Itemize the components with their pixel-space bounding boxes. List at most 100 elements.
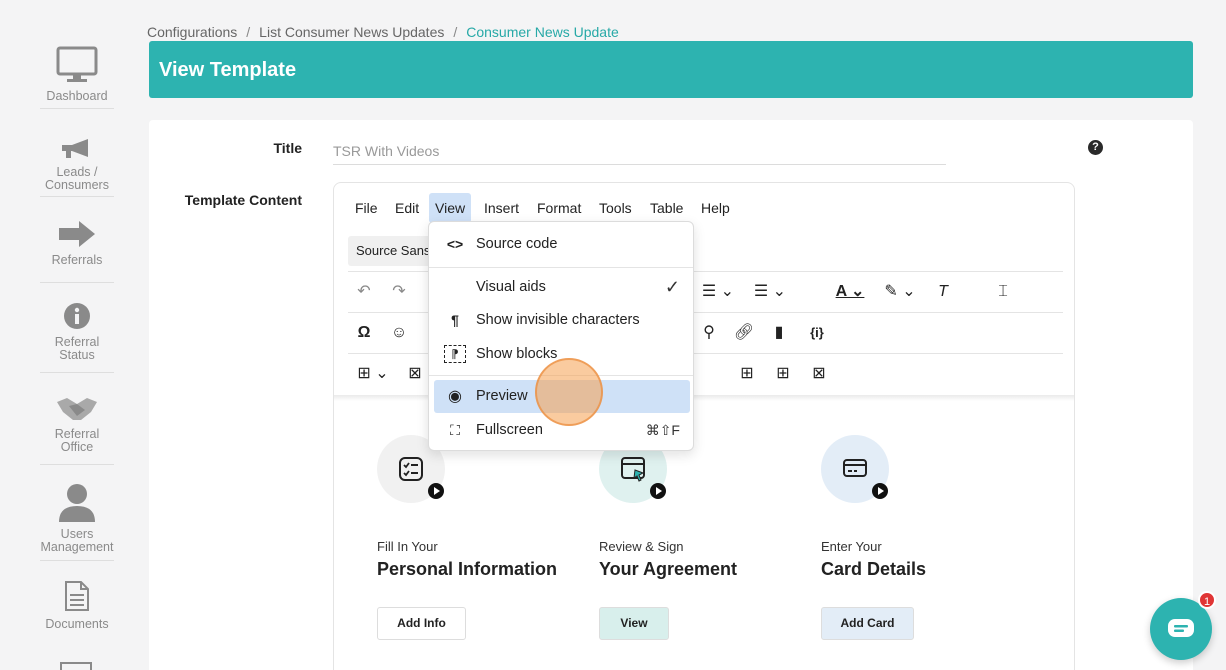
play-icon[interactable] — [872, 483, 888, 499]
menu-insert[interactable]: Insert — [478, 193, 525, 223]
step-subtitle: Fill In Your — [377, 539, 438, 554]
insert-column-icon[interactable]: ⊞ — [736, 362, 758, 386]
menu-item-label: Source code — [476, 236, 558, 252]
user-icon — [59, 484, 95, 522]
monitor-icon — [56, 46, 98, 82]
arrow-right-icon — [59, 221, 95, 247]
bullet-list-icon[interactable]: ☰ ⌄ — [750, 280, 790, 304]
breadcrumb-item-list-consumer-news-updates[interactable]: List Consumer News Updates — [259, 24, 444, 40]
template-content-label: Template Content — [184, 192, 302, 208]
checkmark-icon: ✓ — [664, 277, 680, 297]
divider — [40, 464, 114, 465]
numbered-list-icon[interactable]: ☰ ⌄ — [698, 280, 738, 304]
info-icon — [64, 303, 90, 329]
menu-tools[interactable]: Tools — [593, 193, 638, 223]
breadcrumb: Configurations / List Consumer News Update… — [147, 24, 619, 40]
clear-formatting-icon[interactable]: T — [932, 280, 954, 304]
chat-icon — [1168, 619, 1194, 637]
document-icon — [65, 581, 89, 611]
menu-item-label: Show invisible characters — [476, 312, 640, 328]
sidebar-item-label: Referral Office — [54, 427, 100, 454]
delete-table-icon[interactable]: ⊠ — [404, 362, 426, 386]
menu-format[interactable]: Format — [531, 193, 587, 223]
emoji-icon[interactable]: ☺ — [388, 321, 410, 345]
sidebar-item-referral-status[interactable]: Referral Status — [40, 302, 114, 373]
step-subtitle: Enter Your — [821, 539, 882, 554]
pilcrow-icon: ¶ — [451, 312, 459, 328]
special-character-icon[interactable]: Ω — [353, 321, 375, 345]
fullscreen-icon: ⛶ — [450, 422, 460, 438]
sidebar-item-dashboard[interactable]: Dashboard — [40, 46, 114, 109]
credit-card-icon — [843, 459, 867, 477]
menu-table[interactable]: Table — [644, 193, 689, 223]
megaphone-icon — [62, 139, 88, 158]
sidebar-item-referrals[interactable]: Referrals — [40, 220, 114, 283]
breadcrumb-item-configurations[interactable]: Configurations — [147, 24, 237, 40]
browser-window-icon — [621, 457, 645, 482]
delete-cell-icon[interactable]: ⊠ — [808, 362, 830, 386]
menu-file[interactable]: File — [349, 193, 384, 223]
breadcrumb-separator: / — [246, 24, 251, 40]
insert-row-icon[interactable]: ⊞ — [772, 362, 794, 386]
sidebar-item-label: Referral Status — [54, 335, 100, 362]
menu-view[interactable]: View — [429, 193, 472, 223]
play-icon[interactable] — [428, 483, 444, 499]
sidebar-item-label: Users Management — [40, 527, 114, 554]
menu-item-show-invisible-characters[interactable]: ¶ Show invisible characters — [434, 304, 690, 337]
sidebar-item-leads[interactable]: Leads / Consumers — [40, 138, 114, 197]
monitor-icon — [60, 662, 92, 670]
undo-icon[interactable]: ↶ — [353, 280, 375, 304]
checklist-icon — [399, 457, 423, 481]
divider — [40, 282, 114, 283]
menu-item-label: Fullscreen — [476, 422, 543, 438]
stamp-icon[interactable]: ⚲ — [698, 321, 720, 345]
handshake-icon — [57, 398, 97, 420]
menu-item-label: Preview — [476, 388, 528, 404]
table-icon[interactable]: ⊞ ⌄ — [353, 362, 393, 386]
redo-icon[interactable]: ↷ — [388, 280, 410, 304]
title-input[interactable] — [333, 137, 946, 165]
sidebar-item-documents[interactable]: Documents — [40, 580, 114, 631]
show-blocks-icon: ⁋ — [444, 345, 466, 363]
menu-item-label: Visual aids — [476, 279, 546, 295]
menu-item-visual-aids[interactable]: Visual aids ✓ — [434, 271, 690, 304]
help-icon[interactable]: ? — [1088, 140, 1103, 155]
step-title: Card Details — [821, 559, 927, 579]
sidebar-item-users-management[interactable]: Users Management — [40, 482, 114, 561]
menu-edit[interactable]: Edit — [389, 193, 425, 223]
sidebar-item-label: Referrals — [51, 253, 103, 267]
eye-icon: ◉ — [448, 388, 462, 405]
divider — [40, 108, 114, 109]
sidebar-item-label: Documents — [45, 617, 109, 631]
view-button[interactable]: View — [599, 607, 669, 640]
sidebar-item-referral-office[interactable]: Referral Office — [40, 396, 114, 465]
text-color-icon[interactable]: A ⌄ — [828, 280, 872, 304]
menu-help[interactable]: Help — [695, 193, 736, 223]
highlight-color-icon[interactable]: ✎ ⌄ — [878, 280, 922, 304]
bookmark-icon[interactable]: ▮ — [768, 321, 790, 345]
page-title: View Template — [159, 59, 297, 81]
step-title: Personal Information — [377, 559, 558, 579]
cursor-indicator — [535, 358, 603, 426]
sidebar-item-label: Dashboard — [46, 89, 108, 103]
play-icon[interactable] — [650, 483, 666, 499]
code-icon: <> — [446, 236, 464, 252]
shortcut-label: ⌘⇧F — [645, 422, 680, 438]
add-info-button[interactable]: Add Info — [377, 607, 466, 640]
sidebar: Dashboard Leads / Consumers Referrals Re… — [0, 0, 150, 670]
divider — [40, 560, 114, 561]
title-label: Title — [273, 140, 302, 156]
page-break-icon[interactable]: ⌶ — [992, 280, 1014, 304]
divider — [429, 267, 693, 268]
sidebar-item-label: Leads / Consumers — [45, 165, 109, 192]
divider — [40, 196, 114, 197]
add-card-button[interactable]: Add Card — [821, 607, 914, 640]
notification-badge: 1 — [1198, 591, 1216, 609]
step-subtitle: Review & Sign — [599, 539, 684, 554]
variable-icon[interactable]: {i} — [804, 321, 830, 345]
link-icon[interactable]: 🔗︎ — [733, 321, 755, 345]
breadcrumb-item-current: Consumer News Update — [466, 24, 619, 40]
page-header: View Template — [149, 41, 1193, 98]
menu-item-source-code[interactable]: <> Source code — [434, 228, 690, 261]
breadcrumb-separator: / — [453, 24, 458, 40]
